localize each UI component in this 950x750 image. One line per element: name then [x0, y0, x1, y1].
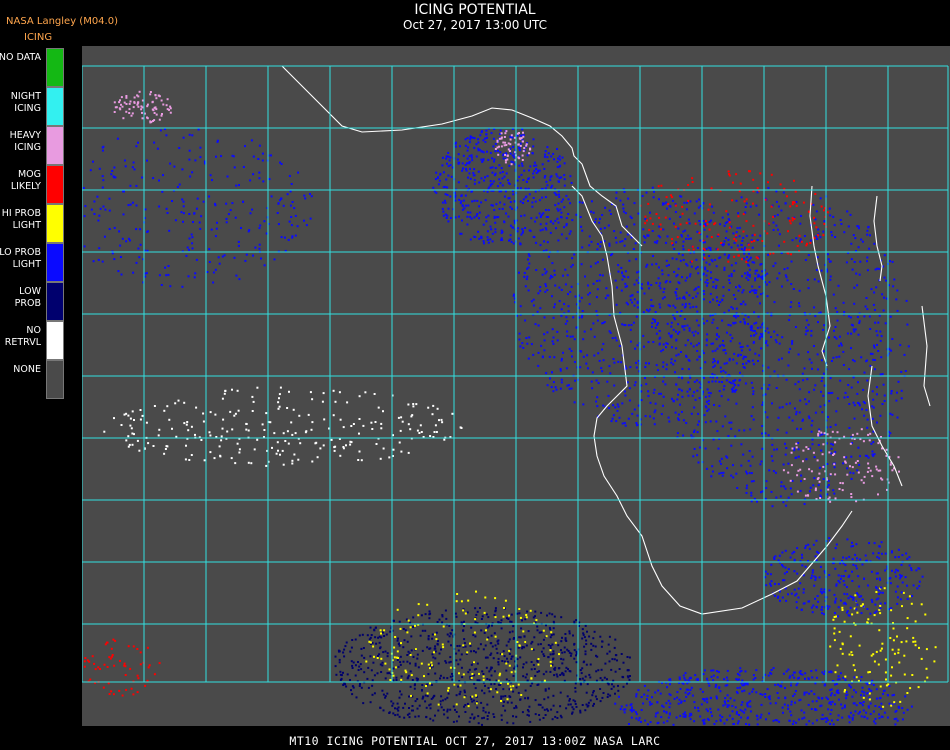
coastline: [281, 65, 931, 615]
legend-item: HI PROB LIGHT: [0, 204, 64, 243]
legend-swatch: [46, 87, 64, 126]
legend-swatch: [46, 48, 64, 87]
timestamp: Oct 27, 2017 13:00 UTC: [403, 18, 547, 32]
legend-item: NO RETRVL: [0, 321, 64, 360]
legend-item: NONE: [0, 360, 64, 399]
legend-item: HEAVY ICING: [0, 126, 64, 165]
legend-label: HEAVY ICING: [9, 130, 41, 153]
product-label: ICING: [24, 32, 53, 43]
legend-item: LO PROB LIGHT: [0, 243, 64, 282]
lat-lon-grid: [81, 65, 949, 683]
legend-label: LOW PROB: [14, 286, 41, 309]
legend-label: NO RETRVL: [4, 325, 41, 348]
legend-swatch: [46, 360, 64, 399]
legend-swatch: [46, 321, 64, 360]
legend-swatch: [46, 204, 64, 243]
icing-field: [82, 90, 937, 726]
legend-label: MOG LIKELY: [10, 169, 41, 192]
legend-swatch: [46, 243, 64, 282]
legend-label: NONE: [13, 364, 41, 375]
satellite-map: [81, 46, 950, 726]
map-canvas: [81, 65, 949, 726]
legend-item: NO DATA: [0, 48, 64, 87]
legend-swatch: [46, 282, 64, 321]
color-legend: NO DATA NIGHT ICING HEAVY ICING MOG LIKELY H…: [0, 48, 64, 400]
legend-swatch: [46, 126, 64, 165]
legend-label: HI PROB LIGHT: [1, 208, 41, 231]
legend-label: LO PROB LIGHT: [0, 247, 41, 270]
legend-item: LOW PROB: [0, 282, 64, 321]
legend-item: MOG LIKELY: [0, 165, 64, 204]
legend-label: NO DATA: [0, 52, 41, 63]
legend-swatch: [46, 165, 64, 204]
legend-label: NIGHT ICING: [10, 91, 41, 114]
page-title: ICING POTENTIAL: [414, 2, 536, 18]
legend-item: NIGHT ICING: [0, 87, 64, 126]
footer-caption: MT10 ICING POTENTIAL OCT 27, 2017 13:00Z…: [289, 734, 661, 748]
